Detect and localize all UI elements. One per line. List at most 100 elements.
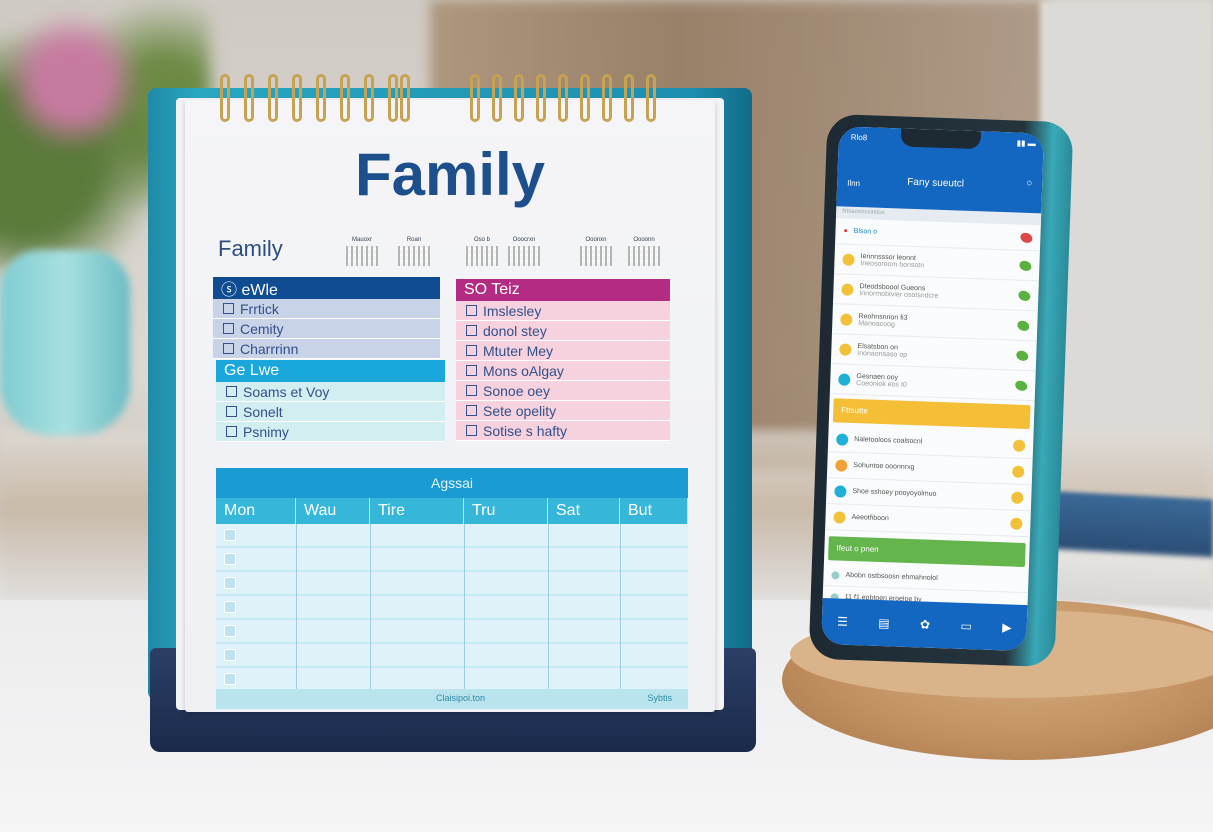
binding-ring	[316, 74, 326, 122]
reminder-icon	[835, 458, 848, 472]
reminder-text: Shoe sshoey pooyoyolmuo	[852, 487, 937, 498]
reminder-action-icon[interactable]	[1012, 439, 1026, 452]
mini-month-label: Oooonn	[633, 237, 655, 243]
checklist-item[interactable]: Mons oAlgay	[456, 361, 670, 381]
task-icon	[841, 282, 854, 296]
play-icon[interactable]: ▶	[1002, 620, 1012, 634]
checklist-item-label: Soams et Voy	[243, 383, 330, 400]
reminder-action-icon[interactable]	[1011, 491, 1024, 504]
mini-month-grid	[508, 246, 540, 266]
checklist-item-label: Sonelt	[243, 403, 283, 420]
reminder-text: Naletooloos coalsocnl	[854, 436, 923, 446]
footer-right-text: Sybtis	[647, 693, 672, 703]
reminder-action-icon[interactable]	[1012, 465, 1025, 478]
checkbox[interactable]	[226, 386, 237, 397]
checkbox[interactable]	[223, 303, 234, 314]
checklist-item-label: Imslesley	[483, 302, 542, 319]
weekday-label: Wau	[296, 498, 370, 524]
checkbox[interactable]	[466, 325, 477, 336]
checklist-item[interactable]: Imslesley	[456, 301, 670, 321]
profile-icon[interactable]: ○	[1026, 178, 1032, 189]
checkbox[interactable]	[226, 406, 237, 417]
mini-month-grid	[346, 246, 378, 266]
task-item[interactable]: Gesnaen ooy Coeoniok eos I0	[829, 364, 1036, 402]
row-checkbox[interactable]	[224, 553, 236, 565]
reminder-action-icon[interactable]	[1010, 517, 1023, 530]
green-section-header[interactable]: Ifeut o pnen	[828, 536, 1026, 568]
checkbox[interactable]	[223, 343, 234, 354]
task-text: Dteodsboool Gueons Innormobtvier osotsndc…	[859, 283, 938, 300]
checklist-item[interactable]: donol stey	[456, 321, 670, 341]
mini-month-label: Oso b	[473, 237, 490, 243]
row-checkbox[interactable]	[224, 673, 236, 685]
task-subtitle: Coeoniok eos I0	[856, 379, 907, 389]
binding-ring	[558, 74, 568, 122]
weekday-label: Tru	[464, 498, 548, 524]
mini-month-label: Roan	[406, 237, 422, 243]
row-checkbox[interactable]	[224, 601, 236, 613]
checklist-item[interactable]: Frrtick	[213, 299, 440, 319]
checkbox[interactable]	[223, 323, 234, 334]
yellow-section-header[interactable]: Fttsutte	[832, 398, 1031, 430]
mini-month-grid	[628, 246, 660, 266]
row-checkbox[interactable]	[224, 577, 236, 589]
row-checkbox[interactable]	[224, 649, 236, 661]
blue-list: ⓢ eWle Frrtick Cemity Charrrinn	[213, 277, 440, 359]
checklist-item[interactable]: Psnimy	[216, 422, 445, 442]
smartphone: Rlo8 ▮▮ ▬ Ilnn Fany sueutcl ○ Ntsaosoxxa…	[808, 113, 1074, 668]
filter-label: Blson o	[853, 227, 878, 236]
list-icon[interactable]: ☰	[837, 615, 848, 629]
checkbox[interactable]	[466, 405, 477, 416]
check-icon[interactable]	[1018, 290, 1031, 301]
screen-icon[interactable]: ▭	[960, 619, 972, 633]
checklist-item[interactable]: Sete opelity	[456, 401, 670, 421]
checklist-item-label: Cemity	[240, 320, 284, 337]
binding-ring	[580, 74, 590, 122]
binding-ring	[220, 74, 230, 122]
check-icon[interactable]	[1016, 350, 1029, 361]
pink-list-header: SO Teiz	[456, 279, 670, 301]
reminder-icon	[833, 510, 846, 524]
checklist-item[interactable]: Soams et Voy	[216, 382, 445, 402]
check-icon[interactable]	[1015, 380, 1028, 391]
calendar-subtitle: Family	[218, 236, 283, 261]
checklist-item-label: Sotise s hafty	[483, 422, 568, 439]
menu-label[interactable]: Ilnn	[847, 179, 860, 188]
binding-ring	[400, 74, 410, 122]
weekday-row: Mon Wau Tire Tru Sat But	[216, 498, 688, 524]
weekly-planner: Agssai Mon Wau Tire Tru Sat But Claisipoi.ton…	[216, 468, 688, 709]
footer-center-text: Claisipoi.ton	[436, 693, 486, 703]
heart-icon	[1020, 232, 1033, 243]
checkbox[interactable]	[466, 385, 477, 396]
weekday-label: But	[620, 498, 688, 524]
checklist-item[interactable]: Cemity	[213, 319, 440, 339]
mini-month: Ooocrxn	[508, 237, 540, 271]
checkbox[interactable]	[466, 425, 477, 436]
signal-icon: ▮▮ ▬	[1016, 138, 1036, 149]
note-icon	[831, 570, 840, 580]
settings-icon[interactable]: ✿	[920, 617, 931, 631]
checklist-item[interactable]: Sonelt	[216, 402, 445, 422]
check-icon[interactable]	[1019, 260, 1032, 271]
check-icon[interactable]	[1017, 320, 1030, 331]
checkbox[interactable]	[466, 305, 477, 316]
books	[1040, 490, 1213, 610]
mini-month-label: Ooocrxn	[512, 237, 536, 243]
checklist-item[interactable]: Sotise s hafty	[456, 421, 670, 441]
vase	[0, 250, 130, 435]
checkbox[interactable]	[466, 345, 477, 356]
checkbox[interactable]	[466, 365, 477, 376]
mini-month-grid	[580, 246, 612, 266]
mini-month: Ooonxn	[580, 237, 612, 271]
task-subtitle: Inonaonsaso op	[857, 349, 908, 359]
app-title: Fany sueutcl	[907, 176, 965, 190]
checklist-item[interactable]: Mtuter Mey	[456, 341, 670, 361]
row-checkbox[interactable]	[224, 529, 236, 541]
row-checkbox[interactable]	[224, 625, 236, 637]
weekly-footer: Claisipoi.ton Sybtis	[216, 689, 688, 709]
mini-month: Oooonn	[628, 237, 660, 271]
checkbox[interactable]	[226, 426, 237, 437]
checklist-item[interactable]: Charrrinn	[213, 339, 440, 359]
checklist-item[interactable]: Sonoe oey	[456, 381, 670, 401]
folder-icon[interactable]: ▤	[878, 616, 890, 630]
